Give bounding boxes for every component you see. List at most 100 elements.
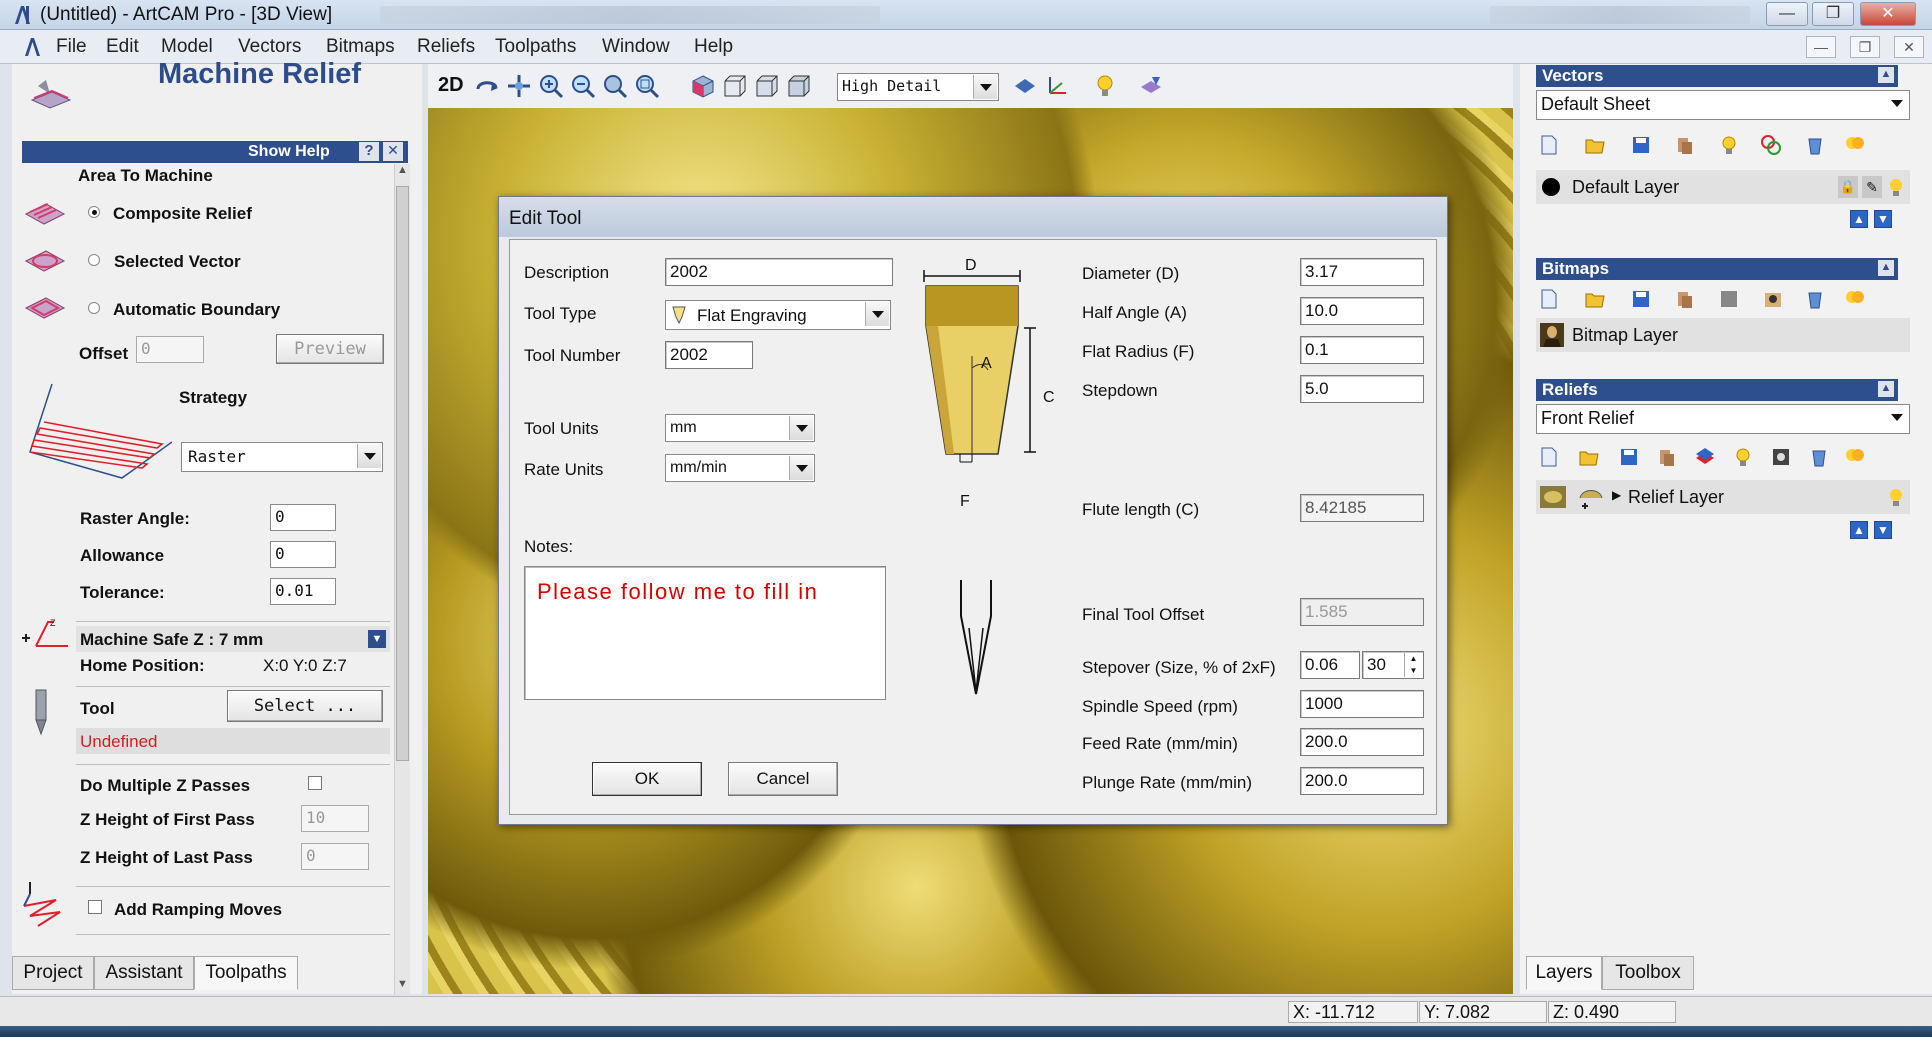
last-pass-field[interactable]: 0 [301, 843, 369, 870]
bitmap-image-icon[interactable] [1762, 288, 1784, 310]
automatic-boundary-label[interactable]: Automatic Boundary [113, 300, 280, 320]
help-close-icon[interactable]: ✕ [383, 142, 403, 161]
menu-file[interactable]: File [56, 36, 87, 58]
mdi-close-button[interactable]: ✕ [1894, 36, 1924, 58]
default-layer-row[interactable]: Default Layer 🔒 ✎ [1536, 170, 1910, 204]
tool-type-select[interactable]: Flat Engraving [665, 300, 891, 330]
relief-select[interactable]: Front Relief [1536, 404, 1910, 434]
bitmap-layer-row[interactable]: Bitmap Layer [1536, 318, 1910, 352]
allowance-field[interactable]: 0 [270, 541, 336, 568]
feed-rate-field[interactable]: 200.0 [1300, 728, 1424, 756]
save-icon[interactable] [1630, 134, 1652, 156]
reliefs-header[interactable]: Reliefs ▲ [1536, 379, 1898, 401]
show-help-label[interactable]: Show Help [248, 143, 330, 161]
move-layer-down-icon[interactable]: ▼ [1874, 521, 1892, 539]
automatic-boundary-radio[interactable] [88, 302, 100, 314]
composite-relief-radio[interactable] [88, 206, 100, 218]
scrollbar-thumb[interactable] [396, 186, 409, 761]
cancel-button[interactable]: Cancel [728, 762, 838, 796]
stepdown-field[interactable]: 5.0 [1300, 375, 1424, 403]
new-layer-icon[interactable] [1538, 288, 1560, 310]
menu-reliefs[interactable]: Reliefs [417, 36, 475, 58]
move-layer-down-icon[interactable]: ▼ [1874, 210, 1892, 228]
axes-icon[interactable] [1044, 73, 1070, 99]
edit-pen-icon[interactable]: ✎ [1862, 176, 1882, 198]
ok-button[interactable]: OK [592, 762, 702, 796]
zoom-extents-icon[interactable] [634, 73, 660, 99]
new-layer-icon[interactable] [1538, 134, 1560, 156]
collapse-icon[interactable]: ▲ [1878, 67, 1894, 83]
mdi-restore-button[interactable]: ❐ [1850, 36, 1880, 58]
composite-relief-label[interactable]: Composite Relief [113, 204, 252, 224]
stepover-percent-field[interactable]: 30 ▲ ▼ [1362, 651, 1424, 679]
merge-layers-icon[interactable] [1674, 134, 1696, 156]
ramping-checkbox[interactable] [88, 900, 102, 914]
help-question-icon[interactable]: ? [359, 142, 379, 161]
select-tool-button[interactable]: Select ... [227, 690, 383, 722]
relief-layer-row[interactable]: ▶ Relief Layer [1536, 480, 1910, 514]
vectors-header[interactable]: Vectors ▲ [1536, 65, 1898, 87]
menu-edit[interactable]: Edit [106, 36, 139, 58]
save-icon[interactable] [1618, 446, 1640, 468]
tab-toolpaths[interactable]: Toolpaths [194, 956, 298, 990]
expand-arrow-icon[interactable]: ▶ [1612, 488, 1621, 502]
merge-layers-icon[interactable] [1674, 288, 1696, 310]
tab-layers[interactable]: Layers [1526, 956, 1602, 990]
maximize-button[interactable]: ❐ [1812, 2, 1854, 26]
relief-preview-icon[interactable] [1770, 446, 1792, 468]
selected-vector-label[interactable]: Selected Vector [114, 252, 241, 272]
collapse-icon[interactable]: ▲ [1878, 381, 1894, 397]
chevron-down-icon[interactable] [789, 456, 813, 480]
left-view-icon[interactable] [754, 73, 780, 99]
lock-icon[interactable]: 🔒 [1838, 176, 1858, 198]
chevron-down-icon[interactable] [789, 416, 813, 440]
chevron-down-icon[interactable]: ▼ [368, 630, 386, 648]
mode-2d-button[interactable]: 2D [438, 74, 464, 97]
dialog-title-bar[interactable]: Edit Tool [499, 197, 1447, 237]
collapse-icon[interactable]: ▲ [1878, 260, 1894, 276]
raster-angle-field[interactable]: 0 [270, 504, 336, 531]
plunge-rate-field[interactable]: 200.0 [1300, 767, 1424, 795]
delete-bin-icon[interactable] [1808, 446, 1830, 468]
offset-field[interactable]: 0 [136, 336, 204, 363]
iso-view-icon[interactable] [690, 73, 716, 99]
menu-toolpaths[interactable]: Toolpaths [495, 36, 576, 58]
scroll-down-icon[interactable]: ▼ [397, 978, 408, 990]
flat-radius-field[interactable]: 0.1 [1300, 336, 1424, 364]
multiple-z-checkbox[interactable] [308, 776, 322, 790]
tab-project[interactable]: Project [12, 956, 94, 990]
chevron-down-icon[interactable] [973, 75, 997, 99]
detail-select[interactable]: High Detail [837, 73, 999, 101]
move-layer-up-icon[interactable]: ▲ [1850, 521, 1868, 539]
tool-units-select[interactable]: mm [665, 414, 815, 442]
panel-scrollbar[interactable]: ▲ ▼ [394, 164, 410, 994]
diameter-field[interactable]: 3.17 [1300, 258, 1424, 286]
delete-bin-icon[interactable] [1804, 288, 1826, 310]
preview-button[interactable]: Preview [276, 334, 384, 364]
stepover-spinner-icon[interactable]: ▲ ▼ [1404, 653, 1422, 677]
front-view-icon[interactable] [722, 73, 748, 99]
menu-bitmaps[interactable]: Bitmaps [326, 36, 395, 58]
notes-textarea[interactable]: Please follow me to fill in [524, 566, 886, 700]
chevron-down-icon[interactable] [1891, 100, 1903, 107]
menu-vectors[interactable]: Vectors [238, 36, 301, 58]
material-icon[interactable] [1138, 73, 1164, 99]
tab-toolbox[interactable]: Toolbox [1602, 956, 1694, 990]
description-field[interactable]: 2002 [665, 258, 893, 286]
layer-colour-icon[interactable] [1760, 134, 1782, 156]
save-icon[interactable] [1630, 288, 1652, 310]
layer-colour-swatch[interactable] [1542, 178, 1560, 196]
new-layer-icon[interactable] [1538, 446, 1560, 468]
menu-help[interactable]: Help [694, 36, 733, 58]
minimize-button[interactable]: — [1766, 2, 1808, 26]
vector-sheet-select[interactable]: Default Sheet [1536, 90, 1910, 120]
first-pass-field[interactable]: 10 [301, 805, 369, 832]
close-button[interactable]: ✕ [1860, 2, 1916, 26]
light-bulb-icon[interactable] [1092, 73, 1118, 99]
visibility-bulbs-icon[interactable] [1844, 288, 1866, 310]
combine-relief-icon[interactable] [1694, 446, 1716, 468]
light-bulb-icon[interactable] [1886, 486, 1906, 508]
chevron-down-icon[interactable] [865, 302, 889, 326]
zoom-window-icon[interactable] [602, 73, 628, 99]
tab-assistant[interactable]: Assistant [94, 956, 194, 990]
